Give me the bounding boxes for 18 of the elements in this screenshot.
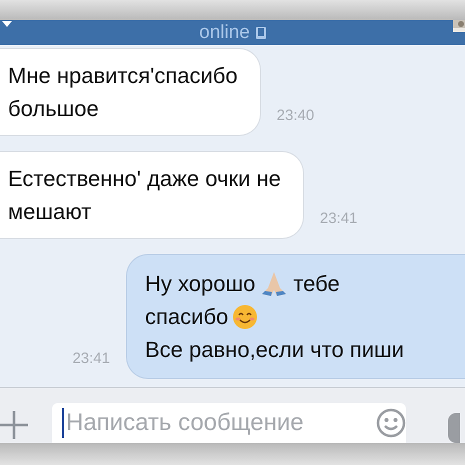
message-time: 23:41 (320, 210, 358, 227)
smiley-icon[interactable] (376, 408, 406, 438)
phone-icon (256, 26, 266, 38)
message-input-field[interactable]: Написать сообщение (52, 403, 406, 443)
message-text: спасибо (145, 304, 228, 330)
message-text: большое (8, 96, 99, 122)
plus-icon[interactable] (0, 411, 28, 439)
message-text: Естественно' даже очки не (8, 166, 281, 192)
message-text: мешают (8, 198, 92, 224)
smiley-icon (232, 304, 258, 330)
message-time: 23:40 (276, 107, 314, 124)
message-time: 23:41 (72, 350, 110, 367)
message-text: тебе (293, 270, 340, 296)
dropdown-triangle-icon (2, 21, 12, 27)
message-text: Все равно,если что пиши (145, 336, 404, 362)
message-text: Мне нравится'спасибо (8, 62, 238, 88)
status-text: online (199, 22, 250, 44)
message-text: Ну хорошо (145, 270, 256, 296)
